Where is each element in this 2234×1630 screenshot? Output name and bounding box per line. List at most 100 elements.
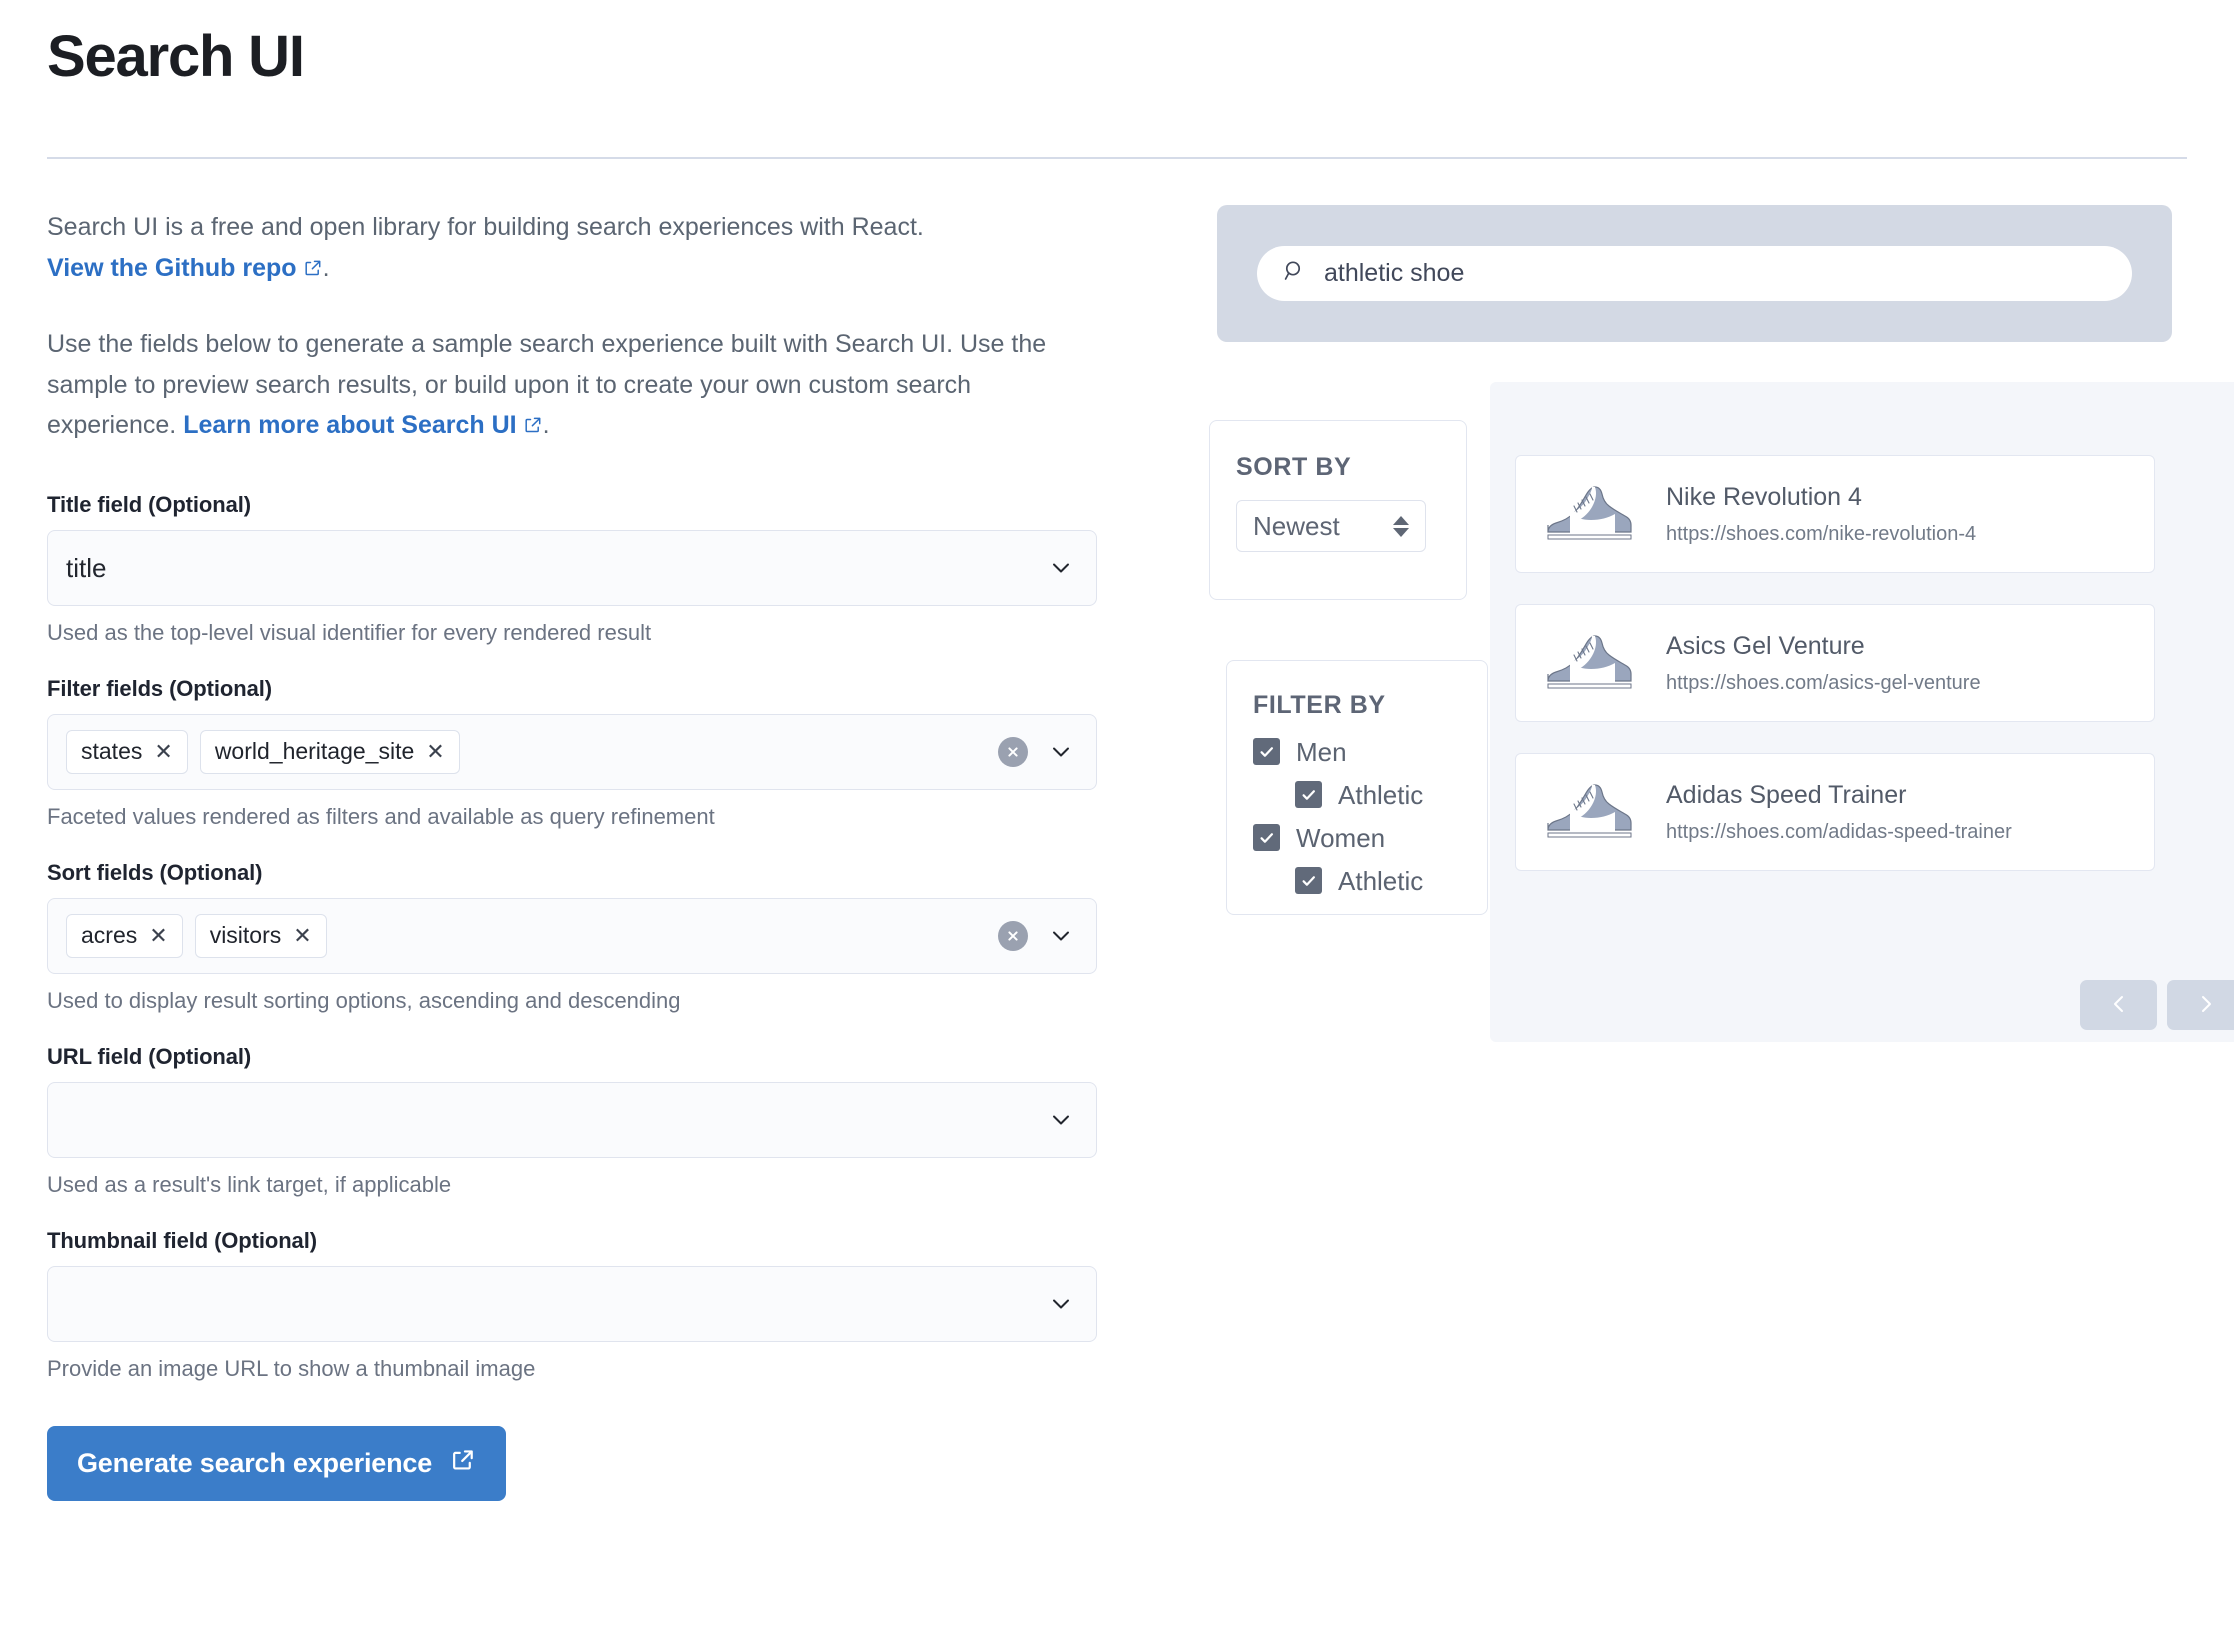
sort-tag-label: acres <box>81 922 137 949</box>
result-text: Nike Revolution 4 https://shoes.com/nike… <box>1666 485 1976 544</box>
search-preview: athletic shoe SORT BY Newest FILTER BY M… <box>1195 0 2195 1630</box>
result-title: Nike Revolution 4 <box>1666 485 1976 510</box>
field-sort: Sort fields (Optional) acres✕ visitors✕ … <box>47 860 1107 1014</box>
facet-row[interactable]: Athletic <box>1295 781 1461 808</box>
chevron-left-icon <box>2108 993 2130 1018</box>
result-card[interactable]: Asics Gel Venture https://shoes.com/asic… <box>1515 604 2155 722</box>
sort-tag[interactable]: acres ✕ <box>66 914 183 958</box>
pagination <box>2080 980 2234 1030</box>
sort-by-value: Newest <box>1253 513 1340 539</box>
field-thumbnail: Thumbnail field (Optional) Provide an im… <box>47 1228 1107 1382</box>
filter-fields-select[interactable]: states ✕ world_heritage_site ✕ <box>47 714 1097 790</box>
sort-tag[interactable]: visitors ✕ <box>195 914 327 958</box>
helper-text-url: Used as a result's link target, if appli… <box>47 1172 1107 1198</box>
clear-all-button[interactable] <box>998 921 1028 951</box>
learn-more-link-label: Learn more about Search UI <box>183 411 516 439</box>
url-field-select[interactable] <box>47 1082 1097 1158</box>
intro-paragraph-1: Search UI is a free and open library for… <box>47 207 1107 290</box>
spinner-arrows-icon <box>1393 516 1409 537</box>
field-filter: Filter fields (Optional) states ✕ world_h… <box>47 676 1107 830</box>
checkbox-checked-icon[interactable] <box>1253 738 1280 765</box>
filter-by-panel: FILTER BY Men Athletic Women Athletic <box>1226 660 1488 915</box>
chevron-down-icon <box>1048 1291 1074 1317</box>
remove-tag-icon[interactable]: ✕ <box>149 925 167 947</box>
shoe-icon <box>1542 780 1638 844</box>
result-url: https://shoes.com/adidas-speed-trainer <box>1666 822 2012 842</box>
filter-tag-label: states <box>81 738 142 765</box>
facet-label: Women <box>1296 825 1385 851</box>
result-url: https://shoes.com/asics-gel-venture <box>1666 673 1981 693</box>
facet-label: Men <box>1296 739 1347 765</box>
intro-paragraph-2: Use the fields below to generate a sampl… <box>47 324 1107 448</box>
helper-text-filter: Faceted values rendered as filters and a… <box>47 804 1107 830</box>
checkbox-checked-icon[interactable] <box>1253 824 1280 851</box>
result-title: Adidas Speed Trainer <box>1666 783 2012 808</box>
sort-fields-select[interactable]: acres ✕ visitors ✕ <box>47 898 1097 974</box>
facet-row[interactable]: Women <box>1253 824 1461 851</box>
title-field-value: title <box>66 555 106 581</box>
preview-search-query: athletic shoe <box>1324 261 1464 286</box>
sort-by-heading: SORT BY <box>1236 453 1440 482</box>
facet-label: Athletic <box>1338 868 1423 894</box>
generate-button-label: Generate search experience <box>77 1448 432 1479</box>
helper-text-title: Used as the top-level visual identifier … <box>47 620 1107 646</box>
helper-text-thumbnail: Provide an image URL to show a thumbnail… <box>47 1356 1107 1382</box>
chevron-down-icon <box>1048 739 1074 765</box>
shoe-icon <box>1542 631 1638 695</box>
filter-tag[interactable]: world_heritage_site ✕ <box>200 730 460 774</box>
field-label-thumbnail: Thumbnail field (Optional) <box>47 1228 1107 1254</box>
sort-tag-label: visitors <box>210 922 282 949</box>
facet-label: Athletic <box>1338 782 1423 808</box>
facet-row[interactable]: Men <box>1253 738 1461 765</box>
clear-all-button[interactable] <box>998 737 1028 767</box>
intro-period-1: . <box>323 254 330 282</box>
intro-period-2: . <box>543 411 550 439</box>
generate-search-experience-button[interactable]: Generate search experience <box>47 1426 506 1501</box>
learn-more-link[interactable]: Learn more about Search UI <box>183 411 542 439</box>
result-card[interactable]: Adidas Speed Trainer https://shoes.com/a… <box>1515 753 2155 871</box>
remove-tag-icon[interactable]: ✕ <box>426 741 444 763</box>
field-url: URL field (Optional) Used as a result's … <box>47 1044 1107 1198</box>
sort-by-panel: SORT BY Newest <box>1209 420 1467 600</box>
chevron-down-icon <box>1048 923 1074 949</box>
result-card[interactable]: Nike Revolution 4 https://shoes.com/nike… <box>1515 455 2155 573</box>
preview-search-band: athletic shoe <box>1217 205 2172 342</box>
checkbox-checked-icon[interactable] <box>1295 781 1322 808</box>
checkbox-checked-icon[interactable] <box>1295 867 1322 894</box>
facet-row[interactable]: Athletic <box>1295 867 1461 894</box>
field-label-filter: Filter fields (Optional) <box>47 676 1107 702</box>
external-link-icon <box>450 1447 476 1480</box>
github-repo-link[interactable]: View the Github repo <box>47 254 323 282</box>
chevron-right-icon <box>2195 993 2217 1018</box>
external-link-icon <box>523 407 543 448</box>
result-title: Asics Gel Venture <box>1666 634 1981 659</box>
helper-text-sort: Used to display result sorting options, … <box>47 988 1107 1014</box>
external-link-icon <box>303 250 323 291</box>
intro-text-1: Search UI is a free and open library for… <box>47 213 924 241</box>
preview-search-input[interactable]: athletic shoe <box>1257 246 2132 301</box>
filter-by-heading: FILTER BY <box>1253 691 1461 720</box>
field-label-title: Title field (Optional) <box>47 492 1107 518</box>
filter-tag-label: world_heritage_site <box>215 738 414 765</box>
configuration-form: Search UI is a free and open library for… <box>47 207 1107 1501</box>
result-text: Adidas Speed Trainer https://shoes.com/a… <box>1666 783 2012 842</box>
search-icon <box>1282 258 1308 289</box>
chevron-down-icon <box>1048 555 1074 581</box>
field-label-url: URL field (Optional) <box>47 1044 1107 1070</box>
pagination-next-button[interactable] <box>2167 980 2234 1030</box>
remove-tag-icon[interactable]: ✕ <box>154 741 172 763</box>
pagination-prev-button[interactable] <box>2080 980 2157 1030</box>
title-field-select[interactable]: title <box>47 530 1097 606</box>
result-text: Asics Gel Venture https://shoes.com/asic… <box>1666 634 1981 693</box>
filter-tag[interactable]: states ✕ <box>66 730 188 774</box>
sort-by-select[interactable]: Newest <box>1236 500 1426 552</box>
page-title: Search UI <box>47 24 304 91</box>
chevron-down-icon <box>1048 1107 1074 1133</box>
remove-tag-icon[interactable]: ✕ <box>293 925 311 947</box>
shoe-icon <box>1542 482 1638 546</box>
field-label-sort: Sort fields (Optional) <box>47 860 1107 886</box>
thumbnail-field-select[interactable] <box>47 1266 1097 1342</box>
result-url: https://shoes.com/nike-revolution-4 <box>1666 524 1976 544</box>
field-title: Title field (Optional) title Used as the… <box>47 492 1107 646</box>
search-ui-page: Search UI Search UI is a free and open l… <box>0 0 2234 1630</box>
